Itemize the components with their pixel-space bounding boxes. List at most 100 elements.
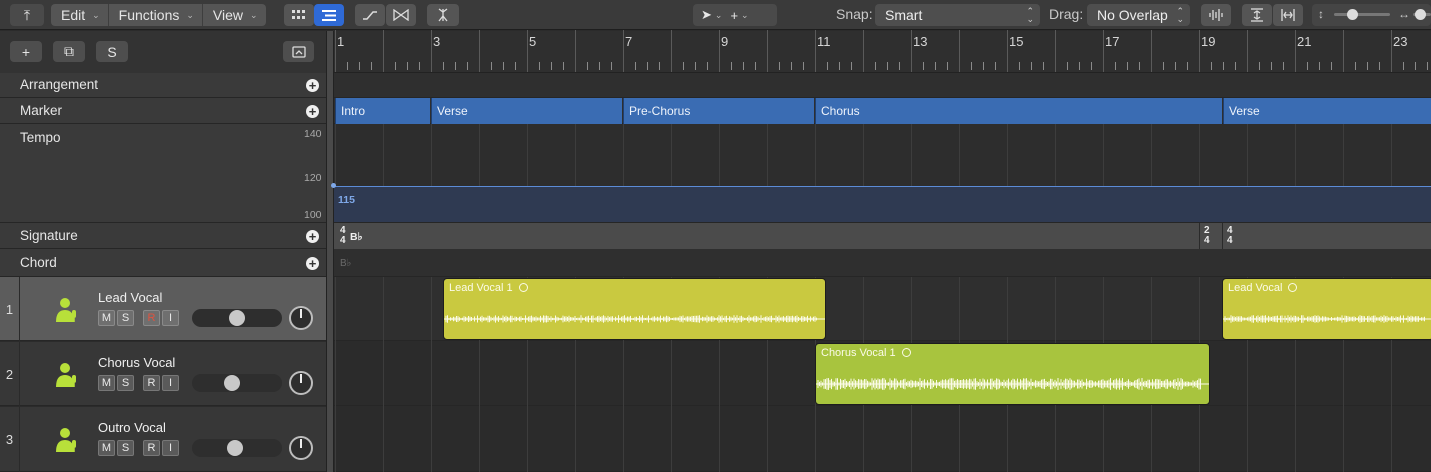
bar-ruler[interactable]: 1 3 5 7 9 11 13 15 17 19 21 23 <box>334 30 1431 73</box>
track-header-1[interactable]: 1 Lead Vocal M S R I <box>0 277 326 341</box>
input-monitor-button[interactable]: I <box>162 375 179 391</box>
snap-select[interactable]: Smart ⌃ ⌄ <box>875 4 1040 26</box>
waveform-zoom-button[interactable] <box>1201 4 1231 26</box>
track-header-3[interactable]: 3 Outro Vocal M S R I <box>0 407 326 472</box>
track-lane-3[interactable] <box>334 407 1431 472</box>
marquee-tool-icon: + <box>730 7 739 23</box>
list-view-button[interactable] <box>314 4 344 26</box>
horizontal-zoom-knob[interactable] <box>1415 9 1426 20</box>
solo-button[interactable]: S <box>117 375 134 391</box>
add-chord-button[interactable]: + <box>306 257 319 270</box>
add-track-button[interactable]: + <box>10 41 42 62</box>
mute-button[interactable]: M <box>98 440 115 456</box>
view-menu[interactable]: View ⌄ <box>203 4 266 26</box>
horizontal-fit-icon <box>1281 9 1295 21</box>
updown-icon: ⌃ ⌄ <box>1176 6 1184 24</box>
track-name[interactable]: Lead Vocal <box>98 290 162 305</box>
add-marker-button[interactable]: + <box>306 105 319 118</box>
audio-region-lead-vocal-1[interactable]: Lead Vocal 1 <box>443 278 826 340</box>
marker-intro[interactable]: Intro <box>335 98 430 124</box>
tempo-curve[interactable] <box>334 186 1431 222</box>
record-arm-button[interactable]: R <box>143 440 160 456</box>
add-signature-button[interactable]: + <box>306 230 319 243</box>
duplicate-track-button[interactable]: ⧉ <box>53 41 85 62</box>
main-toolbar: ⤒ Edit ⌄ Functions ⌄ View ⌄ ➤ ⌄ + ⌄ Snap: Sma… <box>0 0 1431 30</box>
volume-slider[interactable] <box>192 439 282 457</box>
volume-knob[interactable] <box>224 375 240 391</box>
global-solo-button[interactable]: S <box>96 41 128 62</box>
functions-menu[interactable]: Functions ⌄ <box>109 4 203 26</box>
flex-button[interactable] <box>386 4 416 26</box>
mute-button[interactable]: M <box>98 310 115 326</box>
record-arm-button[interactable]: R <box>143 375 160 391</box>
signature-lane[interactable] <box>334 223 1431 249</box>
key-signature[interactable]: B♭ <box>350 232 363 243</box>
track-header-2[interactable]: 2 Chorus Vocal M S R I <box>0 342 326 406</box>
arrangement-lane[interactable] <box>334 73 1431 98</box>
ruler-tick <box>1355 62 1356 70</box>
volume-slider[interactable] <box>192 374 282 392</box>
ruler-tick <box>1223 62 1224 70</box>
ruler-tick <box>827 62 828 70</box>
pan-knob[interactable] <box>289 306 313 330</box>
mute-button[interactable]: M <box>98 375 115 391</box>
drag-select[interactable]: No Overlap ⌃ ⌄ <box>1087 4 1190 26</box>
bar-number: 3 <box>433 34 441 49</box>
grid-line <box>1055 124 1056 186</box>
ruler-tick <box>1271 62 1272 70</box>
bar-number: 15 <box>1009 34 1024 49</box>
track-header-toolbar: + ⧉ S <box>0 31 334 73</box>
automation-button[interactable] <box>355 4 385 26</box>
time-signature-change-1[interactable]: 24 <box>1204 226 1210 246</box>
grid-line <box>1151 124 1152 186</box>
pan-knob[interactable] <box>289 371 313 395</box>
header-divider[interactable] <box>326 31 334 472</box>
solo-button[interactable]: S <box>117 310 134 326</box>
grid-line <box>863 124 864 186</box>
vertical-zoom-slider[interactable] <box>1334 13 1390 16</box>
back-up-button[interactable]: ⤒ <box>10 4 44 26</box>
track-name[interactable]: Chorus Vocal <box>98 355 175 370</box>
marker-chorus[interactable]: Chorus <box>815 98 1222 124</box>
add-arrangement-button[interactable]: + <box>306 79 319 92</box>
grid-line <box>335 124 336 186</box>
chevron-down-icon: ⌄ <box>714 9 723 20</box>
vertical-zoom-knob[interactable] <box>1347 9 1358 20</box>
tempo-scale-min: 100 <box>304 209 322 221</box>
marker-verse[interactable]: Verse <box>431 98 622 124</box>
time-signature-start[interactable]: 44 <box>340 226 346 246</box>
ruler-tick <box>923 62 924 70</box>
edit-menu[interactable]: Edit ⌄ <box>51 4 109 26</box>
vertical-fit-button[interactable] <box>1242 4 1272 26</box>
vocalist-icon <box>56 363 76 387</box>
record-arm-button[interactable]: R <box>143 310 160 326</box>
grid-view-button[interactable] <box>284 4 314 26</box>
ruler-tick <box>791 62 792 70</box>
ruler-tick <box>431 30 432 72</box>
ruler-tick <box>1139 62 1140 70</box>
time-signature-change-2[interactable]: 44 <box>1227 226 1233 246</box>
volume-knob[interactable] <box>229 310 245 326</box>
audio-region-lead-vocal[interactable]: Lead Vocal <box>1222 278 1431 340</box>
input-monitor-button[interactable]: I <box>162 310 179 326</box>
collapse-global-tracks-button[interactable] <box>283 41 314 62</box>
tool-selector[interactable]: ➤ ⌄ + ⌄ <box>693 4 777 26</box>
horizontal-fit-button[interactable] <box>1273 4 1303 26</box>
catch-playhead-button[interactable] <box>427 4 459 26</box>
track-name[interactable]: Outro Vocal <box>98 420 166 435</box>
audio-region-chorus-vocal-1[interactable]: Chorus Vocal 1 <box>815 343 1210 405</box>
tempo-point[interactable] <box>331 183 336 188</box>
pan-knob[interactable] <box>289 436 313 460</box>
marker-pre-chorus[interactable]: Pre-Chorus <box>623 98 814 124</box>
volume-knob[interactable] <box>227 440 243 456</box>
volume-slider[interactable] <box>192 309 282 327</box>
chord-lane[interactable] <box>334 249 1431 277</box>
input-monitor-button[interactable]: I <box>162 440 179 456</box>
arrangement-track-header: Arrangement + <box>0 73 326 98</box>
marker-verse-2[interactable]: Verse <box>1223 98 1431 124</box>
chevron-down-icon: ⌄ <box>250 9 258 20</box>
vocalist-icon <box>56 298 76 322</box>
ruler-tick <box>563 62 564 70</box>
solo-button[interactable]: S <box>117 440 134 456</box>
ruler-tick <box>911 30 912 72</box>
